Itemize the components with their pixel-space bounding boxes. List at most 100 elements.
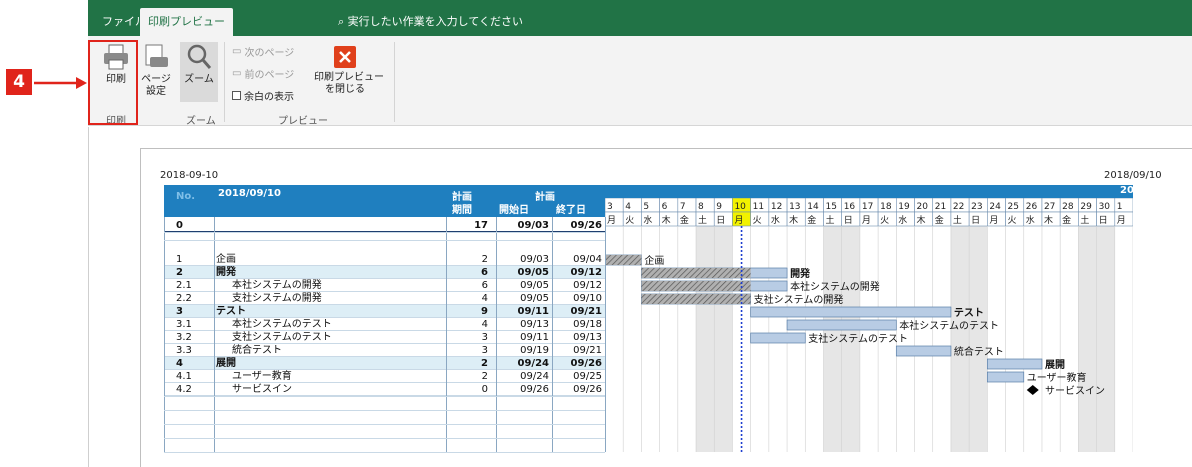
weekday-label: 火 (625, 215, 634, 226)
day-number: 11 (753, 202, 764, 212)
gantt-bar-label: 支社システムの開発 (754, 293, 844, 306)
weekend-column (969, 226, 988, 452)
table-column-line (164, 217, 165, 452)
row-divider (164, 396, 605, 397)
header-right-date: 2018/09/10 (1104, 170, 1162, 181)
show-margins-checkbox[interactable]: 余白の表示 (232, 88, 294, 103)
gantt-bar (986, 371, 1025, 383)
weekday-label: 日 (844, 215, 853, 226)
zoom-button[interactable]: ズーム (180, 42, 218, 102)
header-end: 終了日 (556, 205, 586, 216)
page-setup-button[interactable]: ページ 設定 (138, 42, 174, 98)
gantt-bar-label: 支社システムのテスト (808, 332, 908, 345)
weekday-label: 日 (1099, 215, 1108, 226)
day-number: 15 (825, 202, 836, 212)
day-number: 6 (662, 202, 668, 212)
callout-highlight (88, 40, 138, 125)
weekday-label: 土 (698, 214, 707, 226)
row-divider (164, 410, 605, 411)
header-period: 期間 (452, 205, 472, 216)
table-row: 2.1 本社システムの開発 6 09/05 09/12 (164, 279, 605, 292)
arrow-right-icon (34, 77, 87, 89)
day-number: 30 (1099, 202, 1111, 212)
show-margins-label: 余白の表示 (244, 92, 294, 103)
day-number: 20 (917, 202, 929, 212)
prev-page-label: 前のページ (244, 70, 295, 81)
day-number: 1 (1117, 202, 1123, 212)
day-number: 23 (971, 202, 982, 212)
page-setup-label-2: 設定 (146, 86, 166, 97)
next-page-button[interactable]: ▭ 次のページ (232, 44, 294, 59)
gantt-bar-label: テスト (954, 307, 984, 319)
day-number: 13 (789, 202, 800, 212)
weekday-label: 月 (607, 215, 616, 226)
day-number: 8 (698, 202, 704, 212)
day-number: 17 (862, 202, 873, 212)
header-date: 2018/09/10 (218, 188, 281, 199)
weekday-label: 金 (935, 214, 944, 226)
gantt-chart: 3月4火5水6木7金8土9日10月11火12水13木14金15土16日17月18… (605, 198, 1133, 452)
table-column-line (446, 217, 447, 452)
weekend-column (1096, 226, 1115, 452)
day-number: 21 (935, 202, 946, 212)
weekend-column (714, 226, 733, 452)
ribbon: 印刷 ページ 設定 ズーム ▭ 次のページ ▭ 前のページ 余白の表示 印刷プレビュ… (88, 36, 1192, 127)
row-divider (164, 232, 605, 233)
next-page-label: 次のページ (244, 48, 295, 59)
weekday-label: 日 (716, 215, 725, 226)
weekday-label: 木 (1044, 214, 1053, 226)
weekday-label: 木 (662, 214, 671, 226)
day-number: 28 (1062, 202, 1074, 212)
header-start: 開始日 (499, 205, 529, 216)
day-number: 3 (607, 202, 613, 212)
tab-print-preview[interactable]: 印刷プレビュー (140, 8, 233, 36)
group-zoom-label: ズーム (186, 116, 216, 127)
weekday-label: 火 (880, 215, 889, 226)
close-label-2: を閉じる (325, 84, 365, 95)
weekday-label: 金 (680, 214, 689, 226)
total-row: 0 17 09/03 09/26 (164, 219, 605, 232)
weekday-label: 土 (1080, 214, 1089, 226)
page-setup-label-1: ページ (141, 74, 171, 85)
search-icon: ⌕ (338, 15, 345, 28)
weekday-label: 木 (789, 214, 798, 226)
day-number: 7 (680, 202, 686, 212)
weekday-label: 木 (917, 214, 926, 226)
tell-me-text: 実行したい作業を入力してください (347, 15, 524, 28)
table-row: 3.2 支社システムのテスト 3 09/11 09/13 (164, 331, 605, 344)
weekday-label: 金 (1062, 214, 1071, 226)
table-column-line (214, 217, 215, 452)
table-row: 4 展開 2 09/24 09/26 (164, 357, 605, 370)
table-row: 2 開発 6 09/05 09/12 (164, 266, 605, 279)
weekday-label: 火 (1008, 215, 1017, 226)
prev-page-button[interactable]: ▭ 前のページ (232, 66, 294, 81)
close-preview-button[interactable]: 印刷プレビュー を閉じる (314, 44, 384, 96)
weekend-column (950, 226, 970, 452)
day-number: 19 (898, 202, 910, 212)
next-page-icon: ▭ (232, 46, 242, 57)
close-label-1: 印刷プレビュー (314, 72, 384, 83)
table-column-line (552, 217, 553, 452)
table-column-line (496, 217, 497, 452)
weekday-label: 月 (862, 215, 871, 226)
weekday-label: 水 (771, 214, 780, 226)
weekday-label: 月 (1117, 215, 1126, 226)
page-setup-icon (145, 44, 168, 67)
milestone-diamond (1026, 385, 1039, 395)
row-divider (164, 240, 605, 241)
gantt-progress (641, 268, 751, 278)
row-divider (164, 438, 605, 439)
group-separator (224, 42, 225, 122)
day-number: 26 (1026, 202, 1038, 212)
weekday-label: 水 (898, 214, 907, 226)
tell-me-box[interactable]: ⌕ 実行したい作業を入力してください (338, 8, 523, 36)
table-column-line (605, 217, 606, 452)
gantt-bar-label: 本社システムのテスト (899, 319, 999, 332)
weekend-column (1078, 226, 1097, 452)
table-row: 1 企画 2 09/03 09/04 (164, 253, 605, 266)
table-row: 3.1 本社システムのテスト 4 09/13 09/18 (164, 318, 605, 331)
gantt-progress (641, 281, 751, 291)
table-row: 3 テスト 9 09/11 09/21 (164, 305, 605, 318)
callout-number: 4 (6, 69, 32, 95)
gantt-bar (895, 345, 952, 357)
